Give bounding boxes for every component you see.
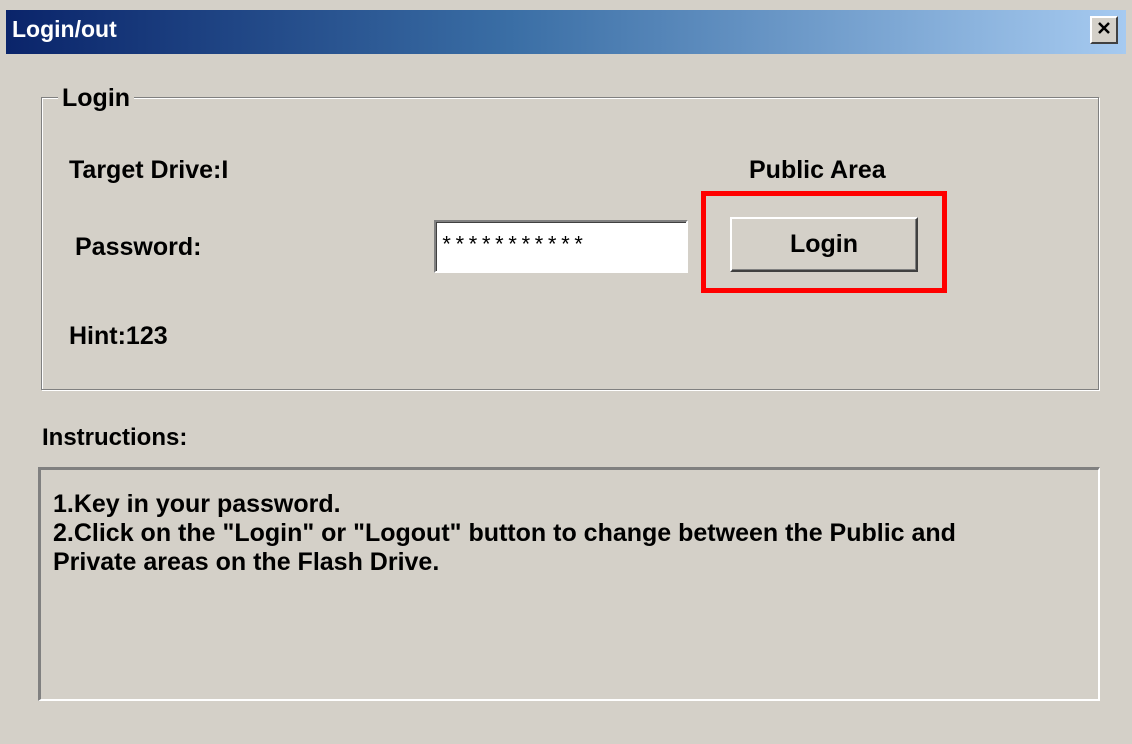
close-icon xyxy=(1097,21,1111,40)
instruction-line: Private areas on the Flash Drive. xyxy=(53,548,440,576)
title-bar[interactable]: Login/out xyxy=(6,10,1126,54)
password-field[interactable] xyxy=(434,220,688,273)
area-status-label: Public Area xyxy=(749,156,886,184)
close-button[interactable] xyxy=(1090,16,1118,44)
window-title: Login/out xyxy=(12,16,117,42)
instruction-line: 1.Key in your password. xyxy=(53,490,341,518)
instructions-heading: Instructions: xyxy=(42,424,188,451)
hint-label: Hint:123 xyxy=(69,322,168,350)
target-drive-label: Target Drive:I xyxy=(69,156,229,184)
highlight-box xyxy=(701,191,947,293)
login-group-legend: Login xyxy=(58,84,135,113)
login-out-dialog: Login/out Login Target Drive:I Public Ar… xyxy=(0,0,1132,744)
instructions-box: 1.Key in your password. 2.Click on the "… xyxy=(38,467,1100,701)
instruction-line: 2.Click on the "Login" or "Logout" butto… xyxy=(53,519,956,547)
password-label: Password: xyxy=(75,233,202,261)
